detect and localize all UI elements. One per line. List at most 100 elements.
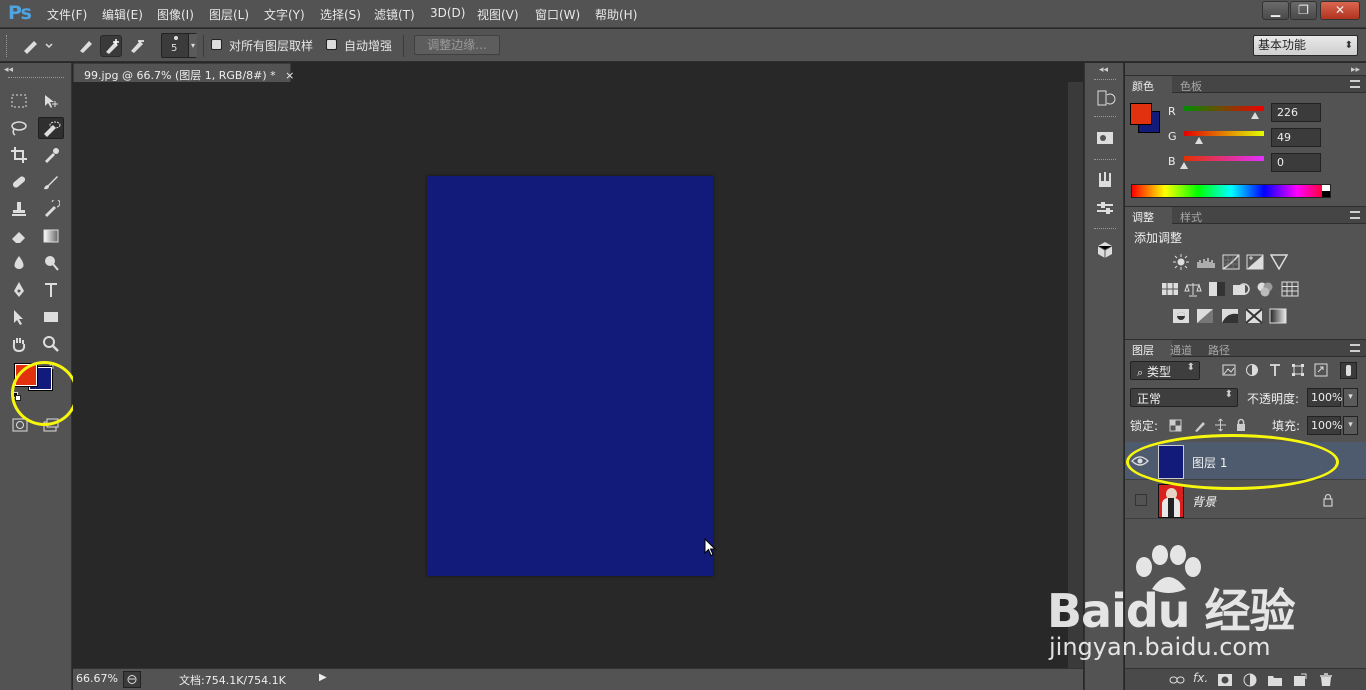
channel-b-slider[interactable] <box>1184 156 1264 161</box>
screen-mode-button[interactable] <box>38 415 64 437</box>
brush-size-picker[interactable]: 5 ▾ <box>161 33 197 58</box>
auto-enhance-checkbox[interactable] <box>326 39 337 50</box>
document-tab[interactable]: 99.jpg @ 66.7% (图层 1, RGB/8#) * × <box>73 63 294 82</box>
move-tool[interactable] <box>38 90 64 112</box>
filter-shape-icon[interactable] <box>1291 363 1305 377</box>
history-brush-tool[interactable] <box>38 198 64 220</box>
new-selection-button[interactable] <box>75 35 97 57</box>
menu-type[interactable]: 文字(Y) <box>264 6 305 23</box>
curves-icon[interactable] <box>1222 254 1240 270</box>
menu-file[interactable]: 文件(F) <box>47 6 87 23</box>
tab-swatches[interactable]: 色板 <box>1180 78 1202 94</box>
tab-color[interactable]: 颜色 <box>1132 78 1154 94</box>
default-colors-icon[interactable] <box>12 392 21 401</box>
workspace-select[interactable]: 基本功能 ⬍ <box>1253 35 1358 56</box>
channel-b-thumb[interactable] <box>1180 162 1188 169</box>
fx-icon[interactable]: fx. <box>1193 671 1208 685</box>
path-selection-tool[interactable] <box>6 306 32 328</box>
healing-brush-tool[interactable] <box>6 171 32 193</box>
black-white-icon[interactable] <box>1208 281 1226 297</box>
menu-edit[interactable]: 编辑(E) <box>102 6 143 23</box>
panel-menu-icon[interactable] <box>1350 344 1360 352</box>
swap-colors-icon[interactable]: ↰ <box>47 361 55 372</box>
threshold-icon[interactable] <box>1221 308 1239 324</box>
brush-panel-icon[interactable] <box>1094 197 1116 219</box>
opacity-input[interactable]: 100% <box>1307 388 1342 407</box>
collapse-panel-icon[interactable]: ◂◂ <box>4 65 13 75</box>
new-group-icon[interactable] <box>1267 673 1283 687</box>
gradient-map-icon[interactable] <box>1269 308 1287 324</box>
close-button[interactable]: ✕ <box>1320 1 1360 20</box>
brush-presets-icon[interactable] <box>1094 169 1116 191</box>
lock-position-icon[interactable] <box>1214 418 1227 432</box>
zoom-tool[interactable] <box>38 333 64 355</box>
visibility-toggle[interactable] <box>1135 494 1147 506</box>
eye-icon[interactable] <box>1131 452 1149 470</box>
channel-g-thumb[interactable] <box>1195 137 1204 144</box>
lasso-tool[interactable] <box>6 117 32 139</box>
add-mask-icon[interactable] <box>1217 673 1233 687</box>
layer-name[interactable]: 背景 <box>1192 493 1216 510</box>
channel-r-slider[interactable] <box>1184 106 1264 111</box>
dock-grip[interactable] <box>1094 159 1116 161</box>
channel-g-input[interactable]: 49 <box>1271 128 1321 147</box>
layer-filter-dropdown[interactable]: ⌕ 类型 ⬍ <box>1130 361 1200 380</box>
color-spectrum-bar[interactable] <box>1131 184 1331 198</box>
collapse-panels-icon[interactable]: ▸▸ <box>1351 65 1360 75</box>
restore-button[interactable]: ❐ <box>1290 1 1317 20</box>
dock-grip[interactable] <box>1094 79 1116 81</box>
history-icon[interactable] <box>1094 87 1116 109</box>
brightness-contrast-icon[interactable] <box>1172 254 1190 270</box>
tab-styles[interactable]: 样式 <box>1180 209 1202 225</box>
layer-row[interactable]: 图层 1 <box>1125 442 1366 480</box>
rectangle-tool[interactable] <box>38 306 64 328</box>
menu-layer[interactable]: 图层(L) <box>209 6 249 23</box>
zoom-level[interactable]: 66.67% <box>76 672 118 685</box>
foreground-color-swatch[interactable] <box>14 363 38 387</box>
refine-edge-button[interactable]: 调整边缘... <box>414 35 500 55</box>
share-icon[interactable] <box>123 671 141 688</box>
status-menu-arrow-icon[interactable]: ▶ <box>319 672 327 683</box>
channel-b-input[interactable]: 0 <box>1271 153 1321 172</box>
menu-view[interactable]: 视图(V) <box>477 6 519 23</box>
selective-color-icon[interactable] <box>1245 308 1263 324</box>
filter-smart-object-icon[interactable] <box>1314 363 1328 377</box>
channel-g-slider[interactable] <box>1184 131 1264 136</box>
dodge-tool[interactable] <box>38 252 64 274</box>
filter-pixel-icon[interactable] <box>1222 363 1236 377</box>
menu-select[interactable]: 选择(S) <box>320 6 361 23</box>
layer-name[interactable]: 图层 1 <box>1192 454 1227 471</box>
blur-tool[interactable] <box>6 252 32 274</box>
fill-input[interactable]: 100% <box>1307 416 1342 435</box>
document-canvas[interactable] <box>427 176 713 576</box>
filter-toggle[interactable] <box>1340 362 1357 379</box>
trash-icon[interactable] <box>1318 673 1334 687</box>
color-lookup-icon[interactable] <box>1281 281 1299 297</box>
gradient-tool[interactable] <box>38 225 64 247</box>
color-panel-foreground-swatch[interactable] <box>1130 103 1152 125</box>
dock-grip[interactable] <box>1094 116 1116 118</box>
marquee-tool[interactable] <box>6 90 32 112</box>
vertical-scrollbar[interactable] <box>1068 82 1083 668</box>
clone-stamp-tool[interactable] <box>6 198 32 220</box>
panel-menu-icon[interactable] <box>1350 211 1360 219</box>
tab-adjustments[interactable]: 调整 <box>1132 209 1154 225</box>
toolbox-grip[interactable] <box>8 77 64 79</box>
lock-all-icon[interactable] <box>1235 418 1247 432</box>
opacity-dropdown-arrow[interactable]: ▾ <box>1343 388 1358 407</box>
menu-3d[interactable]: 3D(D) <box>430 6 465 20</box>
tab-layers[interactable]: 图层 <box>1132 342 1154 358</box>
eraser-tool[interactable] <box>6 225 32 247</box>
blend-mode-dropdown[interactable]: 正常 ⬍ <box>1130 388 1238 407</box>
type-tool[interactable] <box>38 279 64 301</box>
channel-r-thumb[interactable] <box>1250 112 1259 119</box>
new-layer-icon[interactable] <box>1292 673 1308 687</box>
fill-dropdown-arrow[interactable]: ▾ <box>1343 416 1358 435</box>
channel-r-input[interactable]: 226 <box>1271 103 1321 122</box>
eyedropper-tool[interactable] <box>38 144 64 166</box>
pen-tool[interactable] <box>6 279 32 301</box>
menu-image[interactable]: 图像(I) <box>157 6 194 23</box>
color-balance-icon[interactable] <box>1184 281 1202 297</box>
hand-tool[interactable] <box>6 333 32 355</box>
subtract-selection-button[interactable] <box>126 35 148 57</box>
